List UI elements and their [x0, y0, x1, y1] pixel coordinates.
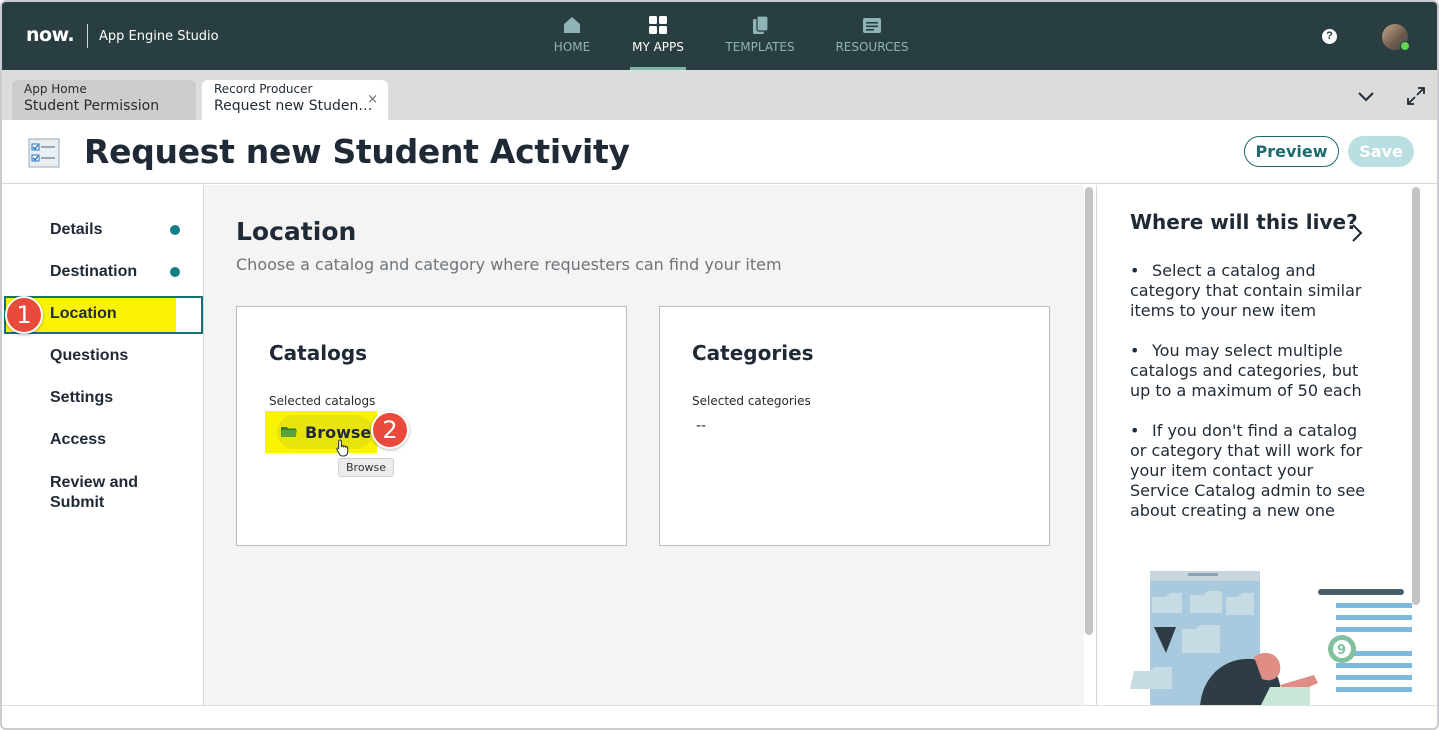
folder-icon [281, 427, 297, 437]
chevron-right-icon[interactable] [1350, 223, 1364, 243]
tab-record-producer[interactable]: Record Producer Request new Studen… × [202, 80, 388, 120]
preview-button[interactable]: Preview [1244, 136, 1339, 167]
list-item: You may select multiple catalogs and cat… [1130, 341, 1375, 401]
expand-icon[interactable] [1405, 85, 1427, 107]
nav-my-apps[interactable]: MY APPS [630, 14, 686, 70]
form-checklist-icon [28, 138, 60, 168]
nav-resources[interactable]: RESOURCES [835, 14, 909, 70]
catalog-illustration: 9 [1130, 571, 1412, 705]
bottom-strip [2, 705, 1437, 728]
annotation-badge-2: 2 [371, 411, 409, 449]
selected-catalogs-label: Selected catalogs [269, 394, 376, 408]
main-content: Location Choose a catalog and category w… [204, 185, 1084, 705]
catalogs-card: Catalogs Selected catalogs Browse 2 Brow… [236, 306, 627, 546]
list-item: If you don't find a catalog or category … [1130, 421, 1375, 521]
user-avatar[interactable] [1382, 24, 1410, 51]
categories-title: Categories [692, 341, 814, 365]
step-destination[interactable]: Destination [50, 263, 178, 281]
step-details[interactable]: Details [50, 221, 178, 239]
section-subtitle: Choose a catalog and category where requ… [236, 255, 782, 274]
home-icon [564, 17, 580, 33]
svg-text:9: 9 [1337, 643, 1346, 658]
app-window: now. App Engine Studio HOME MY APPS TEMP… [0, 0, 1439, 730]
selected-categories-empty: -- [696, 417, 706, 434]
step-access[interactable]: Access [50, 431, 178, 449]
save-button[interactable]: Save [1348, 136, 1414, 167]
help-panel-scrollbar[interactable] [1412, 187, 1420, 605]
app-name: App Engine Studio [99, 29, 219, 44]
annotation-badge-1: 1 [5, 296, 43, 334]
logo-divider [87, 24, 88, 48]
documents-icon [753, 15, 769, 34]
step-settings[interactable]: Settings [50, 389, 178, 407]
top-navigation: now. App Engine Studio HOME MY APPS TEMP… [2, 2, 1437, 70]
step-complete-dot [170, 225, 180, 235]
help-bullet-text: If you don't find a catalog or category … [1130, 421, 1366, 520]
page-header: Request new Student Activity Preview Sav… [2, 120, 1437, 184]
list-item: Select a catalog and category that conta… [1130, 261, 1375, 321]
main-scrollbar[interactable] [1085, 187, 1093, 635]
servicenow-logo[interactable]: now. [26, 24, 75, 46]
browse-tooltip: Browse [338, 458, 395, 477]
help-icon[interactable]: ? [1322, 29, 1337, 44]
panel-divider [1096, 185, 1097, 705]
nav-templates[interactable]: TEMPLATES [724, 14, 796, 70]
step-navigation: Details Destination Location 1 Questions… [2, 185, 204, 705]
help-bullet-text: Select a catalog and category that conta… [1130, 261, 1362, 320]
step-complete-dot [170, 267, 180, 277]
nav-resources-label: RESOURCES [835, 40, 909, 54]
categories-card: Categories Selected categories -- [659, 306, 1050, 546]
help-bullet-text: You may select multiple catalogs and cat… [1130, 341, 1362, 400]
tab-type-label: App Home [24, 82, 87, 96]
nav-my-apps-label: MY APPS [632, 40, 684, 54]
nav-home-label: HOME [553, 40, 591, 54]
help-panel-title: Where will this live? [1130, 210, 1358, 234]
help-panel: Where will this live? Select a catalog a… [1098, 185, 1422, 705]
tab-title-label: Student Permission [24, 98, 160, 114]
step-questions[interactable]: Questions [50, 347, 178, 365]
step-review-and-submit[interactable]: Review and Submit [50, 473, 150, 513]
nav-templates-label: TEMPLATES [725, 40, 795, 54]
chevron-down-icon[interactable] [1356, 86, 1376, 106]
tab-app-home[interactable]: App Home Student Permission [12, 80, 196, 120]
selected-categories-label: Selected categories [692, 394, 811, 408]
step-location[interactable]: Location [50, 305, 178, 323]
tab-type-label: Record Producer [214, 82, 313, 96]
close-icon[interactable]: × [367, 92, 378, 107]
section-title: Location [236, 217, 357, 246]
tab-title-label: Request new Studen… [214, 98, 373, 114]
nav-home[interactable]: HOME [552, 14, 592, 70]
tab-bar: App Home Student Permission Record Produ… [2, 70, 1437, 120]
resources-icon [863, 18, 881, 33]
grid-icon [649, 16, 667, 34]
page-title: Request new Student Activity [84, 132, 630, 171]
catalogs-title: Catalogs [269, 341, 368, 365]
help-bullet-list: Select a catalog and category that conta… [1130, 261, 1375, 541]
hand-cursor-icon [336, 439, 349, 457]
